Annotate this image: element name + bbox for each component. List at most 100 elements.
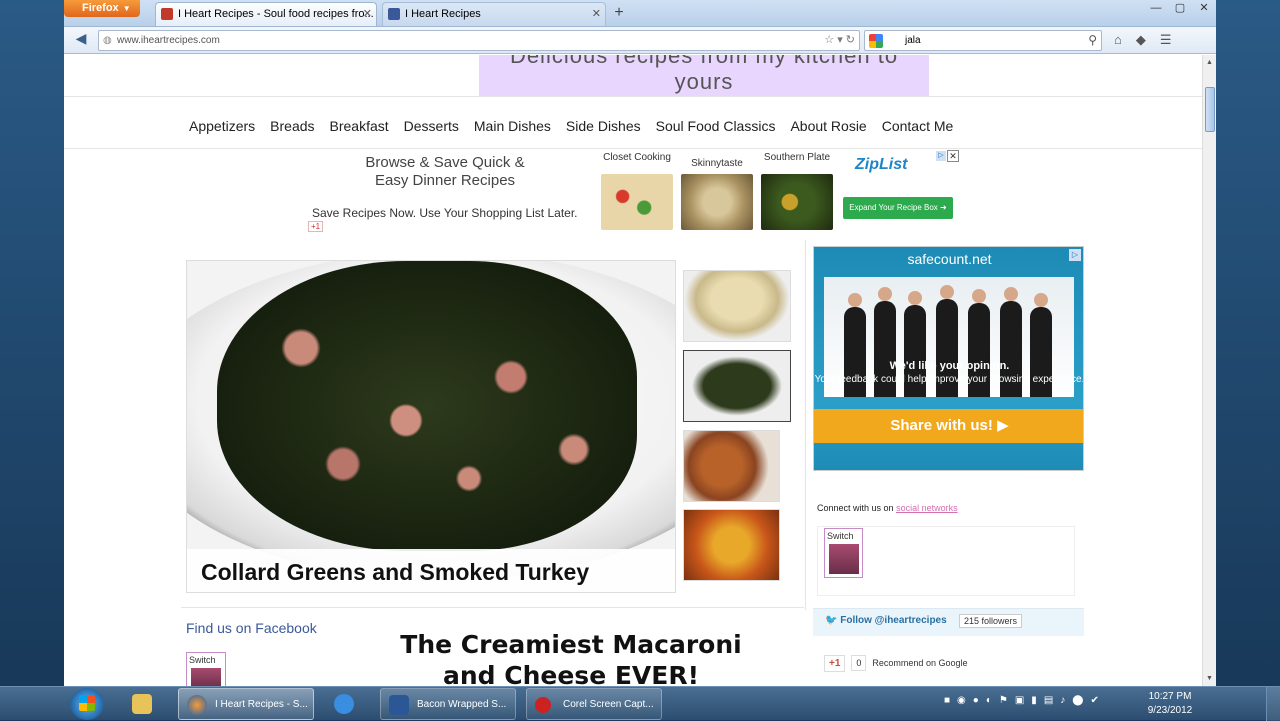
- share-with-us-button[interactable]: Share with us! ▶: [814, 409, 1083, 443]
- menu-item-breakfast[interactable]: Breakfast: [330, 118, 389, 134]
- twitter-follow-button[interactable]: 🐦 Follow @iheartrecipes: [825, 615, 947, 626]
- expand-recipe-box-button[interactable]: Expand Your Recipe Box ➜: [843, 197, 953, 219]
- switch-widget[interactable]: Switch: [824, 528, 863, 578]
- facebook-icon: [388, 8, 400, 20]
- search-bar[interactable]: jala ⚲: [864, 30, 1102, 51]
- tray-icon[interactable]: ●: [973, 695, 979, 706]
- start-button[interactable]: [70, 688, 104, 720]
- record-icon: [535, 697, 551, 713]
- thumbnail-collard-greens[interactable]: [683, 350, 791, 422]
- ad-food-image[interactable]: [681, 174, 753, 230]
- show-desktop-button[interactable]: [1266, 687, 1280, 721]
- check-icon[interactable]: ✔: [1090, 695, 1098, 706]
- tab-iheartrecipes[interactable]: I Heart Recipes - Soul food recipes fro.…: [155, 2, 377, 26]
- toolbar-icons: ⌂ ◆ ☰: [1114, 32, 1172, 48]
- gplus-button[interactable]: +1: [308, 221, 324, 232]
- ad-choices-icon[interactable]: ▷: [1069, 249, 1081, 261]
- featured-caption[interactable]: Collard Greens and Smoked Turkey: [187, 549, 675, 592]
- gplus-count: 0: [851, 655, 867, 671]
- gplus-label: Recommend on Google: [872, 658, 968, 668]
- folder-icon: [132, 694, 152, 714]
- reload-icon[interactable]: ↻: [846, 34, 855, 46]
- menu-icon[interactable]: ☰: [1160, 32, 1172, 48]
- thumbnail-chicken[interactable]: [683, 430, 780, 502]
- back-button[interactable]: ◀: [70, 30, 92, 50]
- ad-food-image[interactable]: [761, 174, 833, 230]
- close-icon[interactable]: ✕: [363, 7, 372, 20]
- maximize-button[interactable]: ▢: [1168, 0, 1192, 18]
- scroll-thumb[interactable]: [1205, 87, 1215, 132]
- firefox-icon: [187, 695, 207, 715]
- search-input[interactable]: jala: [905, 35, 921, 46]
- avatar: [829, 544, 859, 574]
- menu-item-contact-me[interactable]: Contact Me: [882, 118, 954, 134]
- system-tray: ■ ◉ ● ◐ ⚑ ▣ ▮ ▤ ♪ ⬤ ✔: [944, 695, 1099, 706]
- tray-icon[interactable]: ▣: [1015, 695, 1024, 706]
- close-icon[interactable]: ✕: [947, 150, 959, 162]
- tagline-text: Delicious recipes from my kitchen to you…: [509, 55, 899, 94]
- url-bar-icons: ☆ ▾ ↻: [824, 33, 855, 46]
- close-window-button[interactable]: ✕: [1192, 0, 1216, 18]
- taskbar-item-firefox[interactable]: I Heart Recipes - S...: [178, 688, 314, 720]
- flag-icon[interactable]: ⚑: [999, 695, 1008, 706]
- explorer-pinned[interactable]: [124, 688, 162, 720]
- home-icon[interactable]: ⌂: [1114, 32, 1122, 48]
- chevron-down-icon: ▼: [122, 4, 131, 13]
- menu-item-side-dishes[interactable]: Side Dishes: [566, 118, 641, 134]
- firefox-menu-button[interactable]: Firefox ▼: [64, 0, 140, 17]
- taskbar-item-corel[interactable]: Corel Screen Capt...: [526, 688, 662, 720]
- url-bar[interactable]: ◍ www.iheartrecipes.com ☆ ▾ ↻: [98, 30, 860, 51]
- gplus-button[interactable]: +1: [824, 655, 846, 672]
- menu-item-desserts[interactable]: Desserts: [404, 118, 459, 134]
- ad-choices-icon[interactable]: ▷: [936, 151, 946, 161]
- ad-opinion-body: Your feedback could help improve your br…: [814, 374, 1084, 385]
- ziplist-ad[interactable]: Browse & Save Quick & Easy Dinner Recipe…: [305, 150, 960, 232]
- window-controls: — ▢ ✕: [1144, 0, 1216, 18]
- google-icon[interactable]: [869, 34, 883, 48]
- tray-icon[interactable]: ⬤: [1072, 695, 1083, 706]
- taskbar-item-word[interactable]: Bacon Wrapped S...: [380, 688, 516, 720]
- tab-facebook-iheartrecipes[interactable]: I Heart Recipes ✕: [382, 2, 606, 26]
- new-tab-button[interactable]: +: [610, 4, 628, 22]
- social-networks-link[interactable]: social networks: [896, 503, 958, 513]
- close-icon[interactable]: ✕: [592, 7, 601, 20]
- signal-icon[interactable]: ▮: [1031, 695, 1037, 706]
- featured-title[interactable]: Collard Greens and Smoked Turkey: [201, 559, 589, 586]
- volume-icon[interactable]: ♪: [1060, 695, 1065, 706]
- ad-site-name: safecount.net: [907, 251, 992, 267]
- scroll-down-icon[interactable]: ▼: [1206, 675, 1213, 682]
- tray-icon[interactable]: ◐: [986, 695, 992, 706]
- menu-item-about-rosie[interactable]: About Rosie: [790, 118, 866, 134]
- vertical-scrollbar[interactable]: ▲ ▼: [1202, 55, 1216, 686]
- tray-icon[interactable]: ■: [944, 695, 950, 706]
- scroll-up-icon[interactable]: ▲: [1206, 59, 1213, 66]
- tray-icon[interactable]: ◉: [957, 695, 966, 706]
- minimize-button[interactable]: —: [1144, 0, 1168, 18]
- thumbnail-paella[interactable]: [683, 509, 780, 581]
- post-title[interactable]: The Creamiest Macaroni and Cheese EVER!: [374, 629, 768, 686]
- section-divider: [181, 607, 804, 608]
- facebook-switch-widget[interactable]: Switch: [186, 652, 226, 686]
- menu-item-soul-food-classics[interactable]: Soul Food Classics: [656, 118, 776, 134]
- ad-food-image[interactable]: [601, 174, 673, 230]
- menu-item-breads[interactable]: Breads: [270, 118, 314, 134]
- addon-icon[interactable]: ◆: [1136, 32, 1146, 48]
- menu-item-appetizers[interactable]: Appetizers: [189, 118, 255, 134]
- bookmark-star-icon[interactable]: ☆: [824, 34, 834, 46]
- thumbnail-mashed[interactable]: [683, 270, 791, 342]
- ad-thumb-label: Closet Cooking: [603, 152, 671, 163]
- windows-icon: [79, 695, 95, 711]
- clock[interactable]: 10:27 PM 9/23/2012: [1140, 690, 1200, 718]
- title-bar: Firefox ▼ I Heart Recipes - Soul food rec…: [64, 0, 1216, 27]
- menu-item-main-dishes[interactable]: Main Dishes: [474, 118, 551, 134]
- follower-count[interactable]: 215 followers: [959, 614, 1023, 628]
- ie-pinned[interactable]: [326, 688, 364, 720]
- tagline-banner: Delicious recipes from my kitchen to you…: [479, 55, 929, 97]
- page-content: Delicious recipes from my kitchen to you…: [64, 55, 1202, 686]
- featured-recipe-image[interactable]: Collard Greens and Smoked Turkey: [186, 260, 676, 593]
- dropdown-icon[interactable]: ▾: [837, 34, 843, 46]
- tray-icon[interactable]: ▤: [1044, 695, 1053, 706]
- safecount-ad[interactable]: safecount.net ▷ We'd like your opinion. …: [813, 246, 1084, 471]
- switch-label: Switch: [827, 531, 854, 541]
- search-icon[interactable]: ⚲: [1088, 33, 1097, 47]
